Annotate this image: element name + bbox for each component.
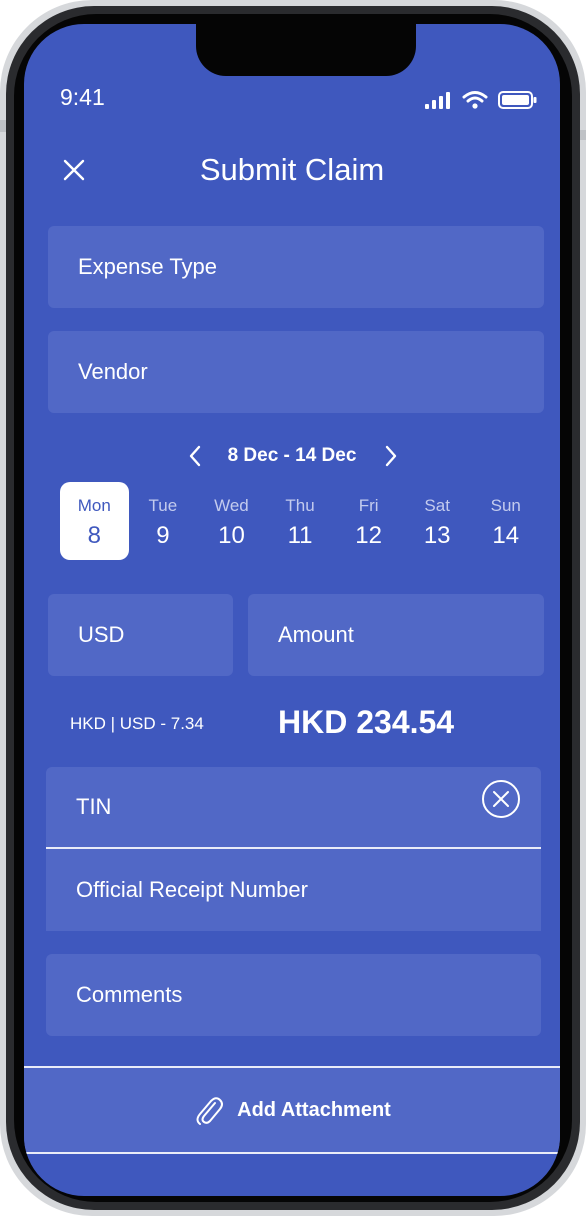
battery-icon — [498, 91, 537, 109]
expense-type-placeholder: Expense Type — [78, 254, 218, 279]
side-button — [580, 130, 586, 140]
add-attachment-bar: Add Attachment — [24, 1066, 560, 1154]
day-name: Sun — [490, 496, 521, 515]
day-name: Tue — [148, 496, 178, 515]
paperclip-icon — [196, 1097, 224, 1125]
day-number: 14 — [492, 522, 520, 549]
day-thu[interactable]: Thu 11 — [266, 482, 335, 560]
wifi-icon — [462, 91, 488, 109]
day-name: Mon — [77, 496, 111, 515]
day-tue[interactable]: Tue 9 — [129, 482, 198, 560]
chevron-right-icon[interactable] — [378, 444, 402, 468]
comments-field[interactable]: Comments — [46, 954, 541, 1036]
amount-field[interactable]: Amount — [248, 594, 544, 676]
day-number: 9 — [156, 522, 170, 549]
tin-field[interactable]: TIN — [46, 767, 541, 849]
receipt-number-field[interactable]: Official Receipt Number — [46, 849, 541, 931]
add-attachment-button[interactable]: Add Attachment — [24, 1068, 560, 1152]
day-name: Thu — [285, 496, 315, 515]
receipt-number-placeholder: Official Receipt Number — [76, 877, 308, 902]
page-title: Submit Claim — [199, 152, 385, 187]
day-mon[interactable]: Mon 8 — [60, 482, 129, 560]
notch — [196, 24, 416, 76]
currency-field[interactable]: USD — [48, 594, 233, 676]
day-number: 11 — [287, 522, 313, 549]
status-time: 9:41 — [60, 84, 105, 110]
day-number: 12 — [355, 522, 382, 549]
day-picker: Mon 8 Tue 9 Wed 10 Thu 11 Fri 12 Sat 13 … — [60, 482, 540, 562]
day-name: Sat — [424, 496, 450, 515]
amount-placeholder: Amount — [278, 622, 354, 647]
day-name: Wed — [214, 496, 249, 515]
expense-type-field[interactable]: Expense Type — [48, 226, 544, 308]
side-button — [0, 120, 6, 132]
day-sat[interactable]: Sat 13 — [403, 482, 472, 560]
day-fri[interactable]: Fri 12 — [334, 482, 403, 560]
day-number: 8 — [87, 522, 101, 549]
vendor-field[interactable]: Vendor — [48, 331, 544, 413]
clear-circle-icon[interactable] — [481, 779, 521, 819]
day-name: Fri — [358, 496, 379, 515]
signal-icon — [425, 92, 450, 109]
screen: 9:41 Submit Claim Expense Type Vendor 8 … — [24, 24, 560, 1196]
day-number: 10 — [218, 522, 245, 549]
vendor-placeholder: Vendor — [78, 359, 148, 384]
comments-placeholder: Comments — [76, 982, 183, 1007]
week-navigator: 8 Dec - 14 Dec — [24, 444, 560, 478]
status-icons — [424, 90, 538, 110]
add-attachment-label: Add Attachment — [237, 1098, 391, 1121]
day-sun[interactable]: Sun 14 — [471, 482, 540, 560]
exchange-rate: HKD | USD - 7.34 — [70, 714, 204, 733]
converted-total: HKD 234.54 — [278, 704, 455, 740]
currency-value: USD — [78, 622, 125, 647]
tin-placeholder: TIN — [76, 794, 112, 819]
week-range: 8 Dec - 14 Dec — [227, 445, 357, 466]
header: Submit Claim — [24, 144, 560, 196]
day-wed[interactable]: Wed 10 — [197, 482, 266, 560]
day-number: 13 — [423, 522, 451, 549]
